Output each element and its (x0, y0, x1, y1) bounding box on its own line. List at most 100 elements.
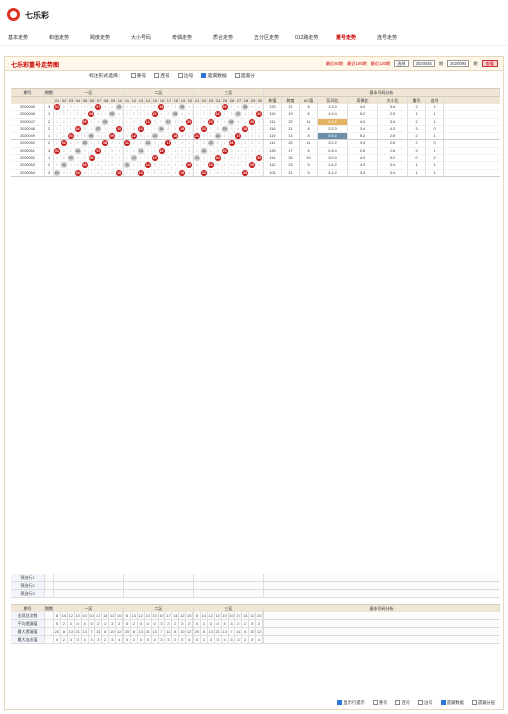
number-cell[interactable]: 4 (235, 155, 243, 162)
number-cell[interactable]: 1 (89, 118, 96, 125)
number-cell[interactable]: 2 (61, 133, 68, 140)
preselect-zone-3[interactable] (194, 590, 264, 597)
number-cell[interactable]: 1 (89, 162, 96, 169)
number-cell[interactable]: 13 (137, 169, 145, 176)
number-cell[interactable]: 23 (207, 162, 215, 169)
nav-span[interactable]: 跨度走势 (90, 31, 131, 45)
preselect-zone-3[interactable] (194, 582, 264, 589)
bottom-checkbox-edge[interactable]: 边号 (418, 700, 433, 706)
number-cell[interactable]: 1 (124, 111, 131, 118)
number-cell[interactable]: 2 (165, 162, 173, 169)
number-cell[interactable]: 1 (102, 169, 110, 176)
number-cell[interactable]: 1 (116, 140, 124, 147)
number-cell[interactable]: 1 (102, 155, 110, 162)
number-cell[interactable]: 1 (208, 104, 215, 111)
number-cell[interactable]: 4 (235, 125, 243, 133)
bottom-checkbox-layer[interactable]: 遗漏分层 (471, 700, 495, 706)
number-cell[interactable]: 4 (235, 169, 243, 176)
recent-120-link[interactable]: 最近120期 (371, 61, 391, 67)
number-cell[interactable]: 5 (215, 140, 222, 147)
number-cell[interactable]: 06 (88, 155, 96, 162)
option-missing[interactable]: 遗漏数据 (201, 71, 227, 83)
number-cell[interactable]: 1 (159, 169, 166, 176)
number-cell[interactable]: 1 (102, 162, 110, 169)
number-cell[interactable]: 24 (214, 133, 222, 140)
nav-five[interactable]: 五分区走势 (254, 31, 295, 45)
number-cell[interactable]: 09 (109, 111, 117, 118)
number-cell[interactable]: 1 (75, 104, 82, 111)
number-cell[interactable]: 1 (194, 147, 201, 155)
period-select[interactable]: 选择 (394, 60, 409, 67)
nav-consecutive[interactable]: 连号走势 (377, 31, 418, 45)
number-cell[interactable]: 1 (186, 111, 193, 118)
number-cell[interactable]: 2 (201, 118, 208, 125)
number-cell[interactable]: 3 (82, 125, 89, 133)
number-cell[interactable]: 11 (124, 162, 131, 169)
number-cell[interactable]: 14 (144, 162, 152, 169)
number-cell[interactable]: 1 (208, 133, 215, 140)
nav-sum[interactable]: 和值走势 (49, 31, 90, 45)
number-cell[interactable]: 2 (201, 155, 208, 162)
number-cell[interactable]: 27 (235, 133, 243, 140)
number-cell[interactable]: 5 (215, 162, 222, 169)
number-cell[interactable]: 02 (60, 162, 68, 169)
number-cell[interactable]: 01 (54, 169, 61, 176)
number-cell[interactable]: 1 (256, 118, 264, 125)
number-cell[interactable]: 3 (82, 169, 89, 176)
number-cell[interactable]: 1 (222, 162, 229, 169)
number-cell[interactable]: 5 (215, 104, 222, 111)
number-cell[interactable]: 1 (116, 162, 123, 169)
number-cell[interactable]: 1 (68, 125, 75, 133)
number-cell[interactable]: 23 (207, 118, 215, 125)
number-cell[interactable]: 28 (242, 125, 250, 133)
number-cell[interactable]: 2 (145, 155, 152, 162)
number-cell[interactable]: 1 (138, 133, 145, 140)
number-cell[interactable]: 1 (124, 125, 131, 133)
number-cell[interactable]: 3 (172, 125, 180, 133)
number-cell[interactable]: 19 (179, 104, 187, 111)
number-cell[interactable]: 1 (102, 104, 110, 111)
number-cell[interactable]: 20 (186, 118, 194, 125)
number-cell[interactable]: 1 (124, 155, 131, 162)
number-cell[interactable]: 1 (242, 155, 250, 162)
number-cell[interactable]: 4 (235, 162, 243, 169)
number-cell[interactable]: 1 (124, 118, 131, 125)
number-cell[interactable]: 3 (109, 104, 117, 111)
number-cell[interactable]: 1 (61, 104, 68, 111)
number-cell[interactable]: 1 (116, 133, 124, 140)
number-cell[interactable]: 1 (68, 162, 75, 169)
number-cell[interactable]: 4 (95, 111, 103, 118)
number-cell[interactable]: 2 (109, 118, 117, 125)
number-cell[interactable]: 25 (221, 125, 229, 133)
number-cell[interactable]: 1 (68, 111, 75, 118)
number-cell[interactable]: 1 (256, 125, 264, 133)
number-cell[interactable]: 2 (165, 169, 173, 176)
number-cell[interactable]: 29 (249, 162, 257, 169)
option-repeat[interactable]: 重号 (130, 71, 146, 83)
number-cell[interactable]: 1 (54, 140, 61, 147)
number-cell[interactable]: 06 (88, 133, 96, 140)
number-cell[interactable]: 2 (61, 125, 68, 133)
number-cell[interactable]: 3 (152, 162, 159, 169)
number-cell[interactable]: 26 (228, 140, 236, 147)
number-cell[interactable]: 1 (186, 140, 194, 147)
number-cell[interactable]: 2 (131, 125, 138, 133)
number-cell[interactable]: 1 (54, 125, 61, 133)
number-cell[interactable]: 1 (194, 104, 201, 111)
number-cell[interactable]: 4 (179, 147, 187, 155)
number-cell[interactable]: 03 (67, 155, 75, 162)
number-cell[interactable]: 3 (172, 169, 180, 176)
number-cell[interactable]: 2 (249, 133, 257, 140)
number-cell[interactable]: 20 (186, 162, 194, 169)
bottom-checkbox-missing[interactable]: 遗漏数据 (440, 700, 464, 706)
number-cell[interactable]: 4 (179, 118, 187, 125)
number-cell[interactable]: 1 (208, 147, 215, 155)
number-cell[interactable]: 2 (249, 155, 257, 162)
number-cell[interactable]: 4 (179, 155, 187, 162)
number-cell[interactable]: 1 (116, 111, 123, 118)
number-cell[interactable]: 15 (151, 111, 159, 118)
number-cell[interactable]: 24 (214, 155, 222, 162)
number-cell[interactable]: 03 (67, 133, 75, 140)
number-cell[interactable]: 1 (138, 118, 145, 125)
number-cell[interactable]: 2 (109, 162, 117, 169)
